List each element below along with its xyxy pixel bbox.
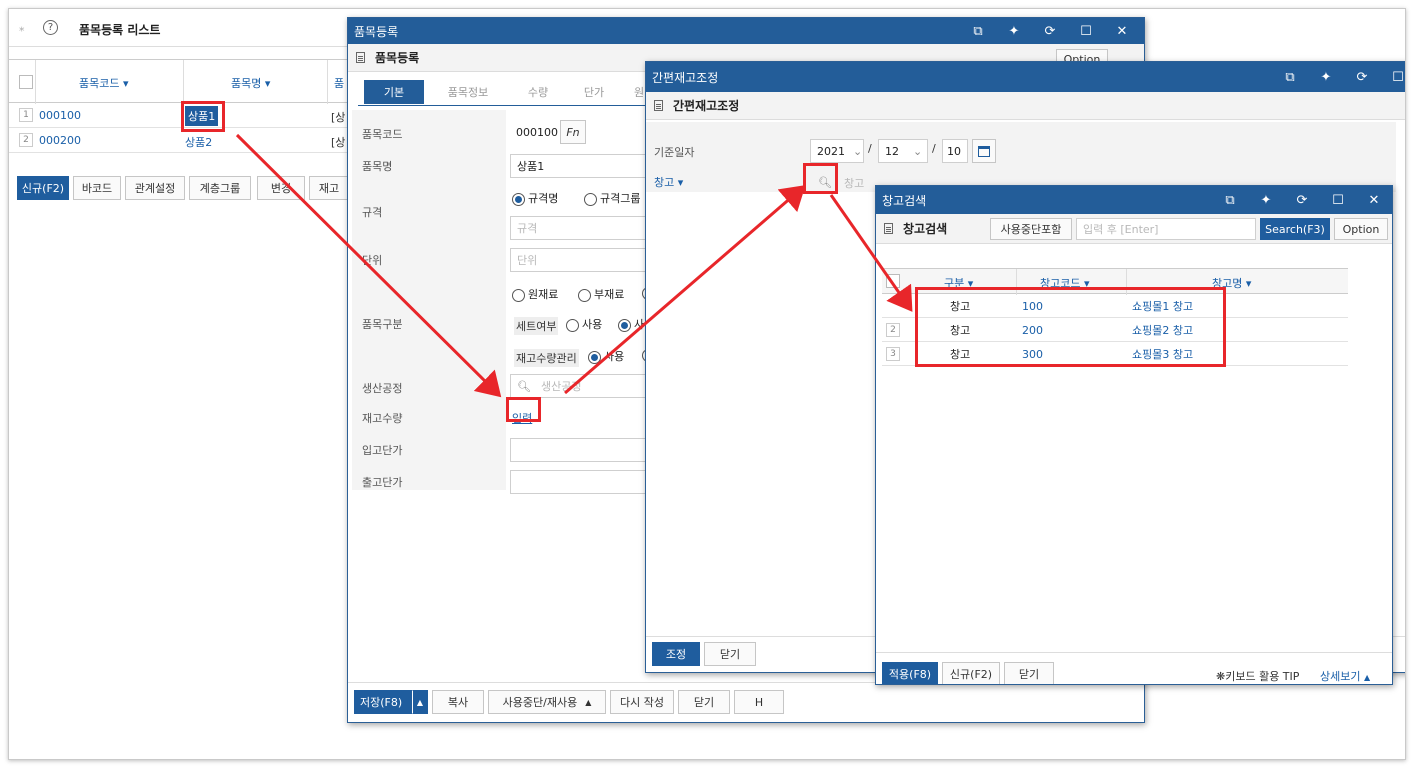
screen-frame: ⁎ ? 품목등록 리스트 품목코드 ▾ 품목명 ▾ 품 1 000100 상품1…: [8, 8, 1406, 760]
arrow-to-warehouse-rows: [829, 194, 913, 312]
arrow-to-warehouse-search: [564, 185, 806, 395]
arrow-to-stock-input: [235, 133, 502, 398]
annotation-arrows: [235, 133, 913, 398]
